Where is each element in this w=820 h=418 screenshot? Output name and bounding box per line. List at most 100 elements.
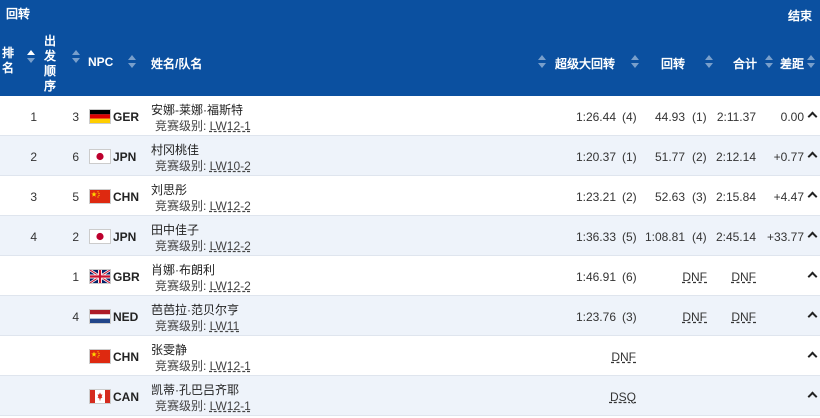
- class-info: 竞赛级别: LW10-2: [155, 157, 251, 174]
- athlete-name[interactable]: 芭芭拉·范贝尔亨: [151, 301, 239, 318]
- athlete-name[interactable]: 张雯静: [151, 341, 187, 358]
- npc-code: GBR: [113, 270, 140, 284]
- header-diff[interactable]: 差距: [780, 55, 804, 72]
- total-time: 2:12.14: [715, 150, 756, 164]
- table-row[interactable]: 4 NED 芭芭拉·范贝尔亨 竞赛级别: LW11 1:23.76 (3) DNF DNF: [0, 296, 820, 336]
- class-code[interactable]: LW12-2: [210, 199, 251, 213]
- header-name[interactable]: 姓名/队名: [151, 55, 202, 72]
- superg-time: 1:23.76: [575, 310, 616, 324]
- athlete-name[interactable]: 刘思彤: [151, 181, 187, 198]
- class-code[interactable]: LW12-2: [210, 279, 251, 293]
- superg-time: 1:36.33: [575, 230, 616, 244]
- chevron-up-icon[interactable]: [808, 271, 816, 279]
- sort-total-icon[interactable]: [765, 55, 773, 69]
- class-code[interactable]: LW12-1: [210, 399, 251, 413]
- slalom-time: 51.77: [654, 150, 685, 164]
- chevron-up-icon[interactable]: [808, 311, 816, 319]
- slalom-rank: (4): [692, 230, 707, 244]
- diff-cell: +33.77: [766, 230, 804, 244]
- class-code[interactable]: LW12-1: [210, 119, 251, 133]
- athlete-name[interactable]: 肖娜·布朗利: [151, 261, 215, 278]
- superg-time: 1:20.37: [575, 150, 616, 164]
- diff-cell: +4.47: [773, 190, 804, 204]
- class-code[interactable]: LW12-2: [210, 239, 251, 253]
- sort-start-icon[interactable]: [72, 50, 80, 64]
- start-order-cell: 2: [72, 230, 79, 244]
- npc-code: JPN: [113, 150, 137, 164]
- superg-rank: (5): [622, 230, 637, 244]
- class-label: 竞赛级别:: [155, 119, 210, 133]
- table-row[interactable]: 1 GBR 肖娜·布朗利 竞赛级别: LW12-2 1:46.91 (6) DNF DNF: [0, 256, 820, 296]
- sort-rank-icon[interactable]: [27, 50, 35, 64]
- header-start-order[interactable]: 出发顺序: [44, 34, 58, 94]
- class-code[interactable]: LW11: [210, 319, 240, 333]
- slalom-status[interactable]: DNF: [682, 270, 707, 284]
- chevron-up-icon[interactable]: [808, 351, 816, 359]
- class-code[interactable]: LW10-2: [210, 159, 251, 173]
- chn-flag-icon: [90, 350, 110, 363]
- chevron-up-icon[interactable]: [808, 231, 816, 239]
- header-superg[interactable]: 超级大回转: [555, 55, 615, 72]
- slalom-time: 1:08.81: [644, 230, 685, 244]
- npc-code: JPN: [113, 230, 137, 244]
- jpn-flag-icon: [90, 150, 110, 163]
- superg-rank: (3): [622, 310, 637, 324]
- slalom-status[interactable]: DNF: [682, 310, 707, 324]
- sort-npc-icon[interactable]: [128, 55, 136, 69]
- total-time: 2:15.84: [715, 190, 756, 204]
- ned-flag-icon: [90, 310, 110, 323]
- table-row[interactable]: 2 6 JPN 村冈桃佳 竞赛级别: LW10-2 1:20.37 (1) 51.77 (2) 2…: [0, 136, 820, 176]
- table-row[interactable]: 3 5 CHN 刘思彤 竞赛级别: LW12-2 1:23.21 (2) 52.63 (3) 2:…: [0, 176, 820, 216]
- superg-status[interactable]: DNF: [611, 350, 636, 364]
- npc-code: GER: [113, 110, 140, 124]
- slalom-rank: (3): [692, 190, 707, 204]
- total-status[interactable]: DNF: [731, 270, 756, 284]
- class-label: 竞赛级别:: [155, 279, 210, 293]
- start-order-cell: 5: [72, 190, 79, 204]
- chevron-up-icon[interactable]: [808, 191, 816, 199]
- table-row[interactable]: CHN 张雯静 竞赛级别: LW12-1 DNF: [0, 336, 820, 376]
- jpn-flag-icon: [90, 230, 110, 243]
- athlete-name[interactable]: 田中佳子: [151, 221, 199, 238]
- sort-superg-icon[interactable]: [631, 55, 639, 69]
- ger-flag-icon: [90, 110, 110, 123]
- rank-cell: 4: [30, 230, 37, 244]
- superg-status[interactable]: DSQ: [610, 390, 636, 404]
- header-rank[interactable]: 排名: [2, 46, 16, 76]
- finish-status[interactable]: 结束: [788, 7, 812, 24]
- class-info: 竞赛级别: LW12-1: [155, 117, 251, 134]
- start-order-cell: 3: [72, 110, 79, 124]
- table-row[interactable]: 4 2 JPN 田中佳子 竞赛级别: LW12-2 1:36.33 (5) 1:08.81 (4…: [0, 216, 820, 256]
- sort-name-icon[interactable]: [538, 55, 546, 69]
- table-row[interactable]: CAN 凯蒂·孔巴吕齐耶 竞赛级别: LW12-1 DSQ: [0, 376, 820, 416]
- total-status[interactable]: DNF: [731, 310, 756, 324]
- header-npc[interactable]: NPC: [88, 55, 113, 69]
- sort-diff-icon[interactable]: [807, 55, 815, 69]
- slalom-time: 44.93: [654, 110, 685, 124]
- chevron-up-icon[interactable]: [808, 391, 816, 399]
- slalom-rank: (1): [692, 110, 707, 124]
- slalom-time: 52.63: [654, 190, 685, 204]
- diff-cell: +0.77: [773, 150, 804, 164]
- results-title-bar: 回转 结束: [0, 0, 820, 28]
- chevron-up-icon[interactable]: [808, 151, 816, 159]
- table-row[interactable]: 1 3 GER 安娜-莱娜·福斯特 竞赛级别: LW12-1 1:26.44 (4) 44.9…: [0, 96, 820, 136]
- header-slalom[interactable]: 回转: [661, 55, 685, 72]
- sort-slalom-icon[interactable]: [705, 55, 713, 69]
- results-table-body: 1 3 GER 安娜-莱娜·福斯特 竞赛级别: LW12-1 1:26.44 (4) 44.9…: [0, 96, 820, 416]
- class-label: 竞赛级别:: [155, 199, 210, 213]
- total-time: 2:11.37: [716, 110, 756, 124]
- start-order-cell: 1: [72, 270, 79, 284]
- athlete-name[interactable]: 凯蒂·孔巴吕齐耶: [151, 381, 239, 398]
- athlete-name[interactable]: 安娜-莱娜·福斯特: [151, 101, 243, 118]
- superg-time: 1:46.91: [575, 270, 616, 284]
- rank-cell: 3: [30, 190, 37, 204]
- class-code[interactable]: LW12-1: [210, 359, 251, 373]
- header-total[interactable]: 合计: [733, 55, 757, 72]
- superg-rank: (6): [622, 270, 637, 284]
- athlete-name[interactable]: 村冈桃佳: [151, 141, 199, 158]
- superg-rank: (4): [622, 110, 637, 124]
- chevron-up-icon[interactable]: [808, 111, 816, 119]
- class-label: 竞赛级别:: [155, 319, 210, 333]
- superg-rank: (2): [622, 190, 637, 204]
